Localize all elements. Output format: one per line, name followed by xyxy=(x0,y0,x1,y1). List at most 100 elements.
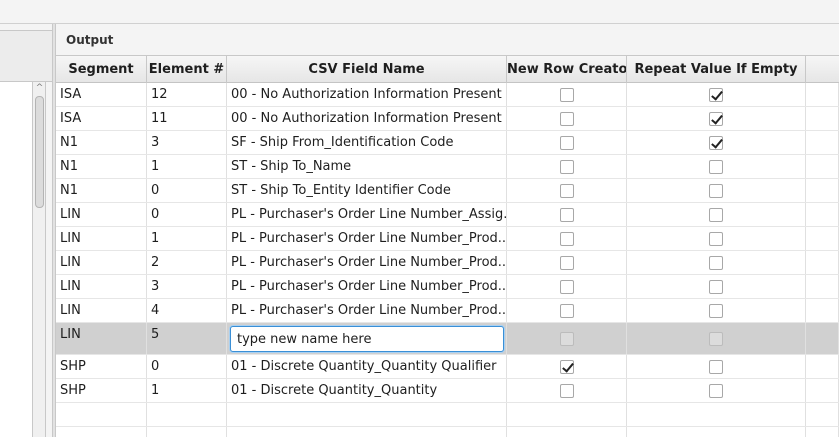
cell-csv-field-name[interactable]: ST - Ship To_Entity Identifier Code xyxy=(227,179,507,202)
new-row-creator-checkbox[interactable] xyxy=(559,359,574,374)
cell-segment[interactable]: LIN xyxy=(56,203,147,226)
column-header-csv-field-name[interactable]: CSV Field Name xyxy=(227,56,507,83)
table-row[interactable]: ISA 11 00 - No Authorization Information P… xyxy=(56,107,839,131)
cell-segment[interactable]: N1 xyxy=(56,179,147,202)
table-row[interactable]: LIN 0 PL - Purchaser's Order Line Number_A… xyxy=(56,203,839,227)
cell-segment[interactable]: SHP xyxy=(56,355,147,378)
cell-new-row-creator xyxy=(507,275,627,298)
new-row-creator-checkbox[interactable] xyxy=(559,383,574,398)
repeat-value-checkbox[interactable] xyxy=(709,159,723,174)
cell-csv-field-name[interactable]: PL - Purchaser's Order Line Number_Prod.… xyxy=(227,299,507,322)
cell-repeat-value xyxy=(627,203,806,226)
cell-segment[interactable]: LIN xyxy=(56,275,147,298)
cell-element-number[interactable]: 5 xyxy=(147,323,227,354)
cell-element-number[interactable]: 1 xyxy=(147,227,227,250)
table-row[interactable]: ISA 12 00 - No Authorization Information P… xyxy=(56,83,839,107)
cell-csv-field-name-editing[interactable] xyxy=(227,323,507,354)
column-header-segment[interactable]: Segment xyxy=(56,56,147,83)
cell-element-number[interactable]: 3 xyxy=(147,131,227,154)
cell-new-row-creator xyxy=(507,107,627,130)
table-body: ISA 12 00 - No Authorization Information P… xyxy=(56,83,839,437)
cell-csv-field-name[interactable]: PL - Purchaser's Order Line Number_Prod.… xyxy=(227,275,507,298)
cell-segment[interactable]: N1 xyxy=(56,155,147,178)
empty-cell xyxy=(627,403,806,426)
repeat-value-checkbox[interactable] xyxy=(709,255,723,270)
cell-element-number[interactable]: 1 xyxy=(147,379,227,402)
table-row[interactable]: SHP 0 01 - Discrete Quantity_Quantity Qual… xyxy=(56,355,839,379)
new-row-creator-checkbox[interactable] xyxy=(559,159,574,174)
column-header-repeat-value[interactable]: Repeat Value If Empty xyxy=(627,56,806,83)
table-row[interactable]: LIN 4 PL - Purchaser's Order Line Number_P… xyxy=(56,299,839,323)
new-row-creator-checkbox[interactable] xyxy=(559,183,574,198)
empty-cell xyxy=(627,427,806,437)
cell-csv-field-name[interactable]: 01 - Discrete Quantity_Quantity Qualifie… xyxy=(227,355,507,378)
new-row-creator-checkbox[interactable] xyxy=(559,207,574,222)
table-row[interactable]: LIN 1 PL - Purchaser's Order Line Number_P… xyxy=(56,227,839,251)
cell-segment[interactable]: LIN xyxy=(56,227,147,250)
cell-segment[interactable]: SHP xyxy=(56,379,147,402)
cell-csv-field-name[interactable]: 00 - No Authorization Information Presen… xyxy=(227,107,507,130)
table-row[interactable]: N1 3 SF - Ship From_Identification Code xyxy=(56,131,839,155)
repeat-value-checkbox[interactable] xyxy=(709,135,723,150)
column-header-new-row-creator[interactable]: New Row Creator xyxy=(507,56,627,83)
repeat-value-checkbox[interactable] xyxy=(709,303,723,318)
cell-segment[interactable]: LIN xyxy=(56,323,147,354)
repeat-value-checkbox[interactable] xyxy=(709,231,723,246)
cell-segment[interactable]: N1 xyxy=(56,131,147,154)
cell-element-number[interactable]: 0 xyxy=(147,203,227,226)
new-row-creator-checkbox[interactable] xyxy=(559,135,574,150)
cell-csv-field-name[interactable]: PL - Purchaser's Order Line Number_Assig… xyxy=(227,203,507,226)
cell-element-number[interactable]: 1 xyxy=(147,155,227,178)
cell-segment[interactable]: LIN xyxy=(56,299,147,322)
cell-filler xyxy=(806,203,839,226)
table-row[interactable]: N1 0 ST - Ship To_Entity Identifier Code xyxy=(56,179,839,203)
cell-element-number[interactable]: 0 xyxy=(147,179,227,202)
cell-element-number[interactable]: 3 xyxy=(147,275,227,298)
cell-new-row-creator xyxy=(507,131,627,154)
table-row[interactable]: LIN 5 xyxy=(56,323,839,355)
new-row-creator-checkbox[interactable] xyxy=(559,303,574,318)
repeat-value-checkbox[interactable] xyxy=(709,183,723,198)
table-row[interactable]: SHP 1 01 - Discrete Quantity_Quantity xyxy=(56,379,839,403)
column-header-element[interactable]: Element # xyxy=(147,56,227,83)
csv-field-name-input[interactable] xyxy=(230,326,504,352)
cell-filler xyxy=(806,251,839,274)
new-row-creator-checkbox[interactable] xyxy=(559,255,574,270)
cell-csv-field-name[interactable]: 00 - No Authorization Information Presen… xyxy=(227,83,507,106)
left-pane-list[interactable] xyxy=(0,82,33,437)
cell-segment[interactable]: ISA xyxy=(56,107,147,130)
cell-csv-field-name[interactable]: PL - Purchaser's Order Line Number_Prod.… xyxy=(227,251,507,274)
empty-table-row xyxy=(56,403,839,427)
cell-element-number[interactable]: 12 xyxy=(147,83,227,106)
empty-cell xyxy=(147,403,227,426)
cell-csv-field-name[interactable]: 01 - Discrete Quantity_Quantity xyxy=(227,379,507,402)
scrollbar-thumb[interactable] xyxy=(35,96,44,208)
cell-csv-field-name[interactable]: SF - Ship From_Identification Code xyxy=(227,131,507,154)
scroll-up-arrow-icon[interactable]: ^ xyxy=(33,82,46,94)
cell-segment[interactable]: LIN xyxy=(56,251,147,274)
repeat-value-checkbox[interactable] xyxy=(709,87,723,102)
repeat-value-checkbox[interactable] xyxy=(709,383,723,398)
cell-element-number[interactable]: 0 xyxy=(147,355,227,378)
table-row[interactable]: LIN 2 PL - Purchaser's Order Line Number_P… xyxy=(56,251,839,275)
cell-new-row-creator xyxy=(507,83,627,106)
table-row[interactable]: N1 1 ST - Ship To_Name xyxy=(56,155,839,179)
cell-segment[interactable]: ISA xyxy=(56,83,147,106)
repeat-value-checkbox[interactable] xyxy=(709,111,723,126)
new-row-creator-checkbox[interactable] xyxy=(559,111,574,126)
repeat-value-checkbox[interactable] xyxy=(709,279,723,294)
cell-csv-field-name[interactable]: PL - Purchaser's Order Line Number_Prod.… xyxy=(227,227,507,250)
new-row-creator-checkbox[interactable] xyxy=(559,87,574,102)
table-row[interactable]: LIN 3 PL - Purchaser's Order Line Number_P… xyxy=(56,275,839,299)
cell-repeat-value xyxy=(627,107,806,130)
cell-element-number[interactable]: 2 xyxy=(147,251,227,274)
cell-element-number[interactable]: 4 xyxy=(147,299,227,322)
new-row-creator-checkbox[interactable] xyxy=(559,231,574,246)
repeat-value-checkbox[interactable] xyxy=(709,359,723,374)
repeat-value-checkbox[interactable] xyxy=(709,207,723,222)
cell-repeat-value xyxy=(627,131,806,154)
cell-csv-field-name[interactable]: ST - Ship To_Name xyxy=(227,155,507,178)
left-pane-scrollbar[interactable]: ^ xyxy=(33,82,46,437)
new-row-creator-checkbox[interactable] xyxy=(559,279,574,294)
cell-element-number[interactable]: 11 xyxy=(147,107,227,130)
